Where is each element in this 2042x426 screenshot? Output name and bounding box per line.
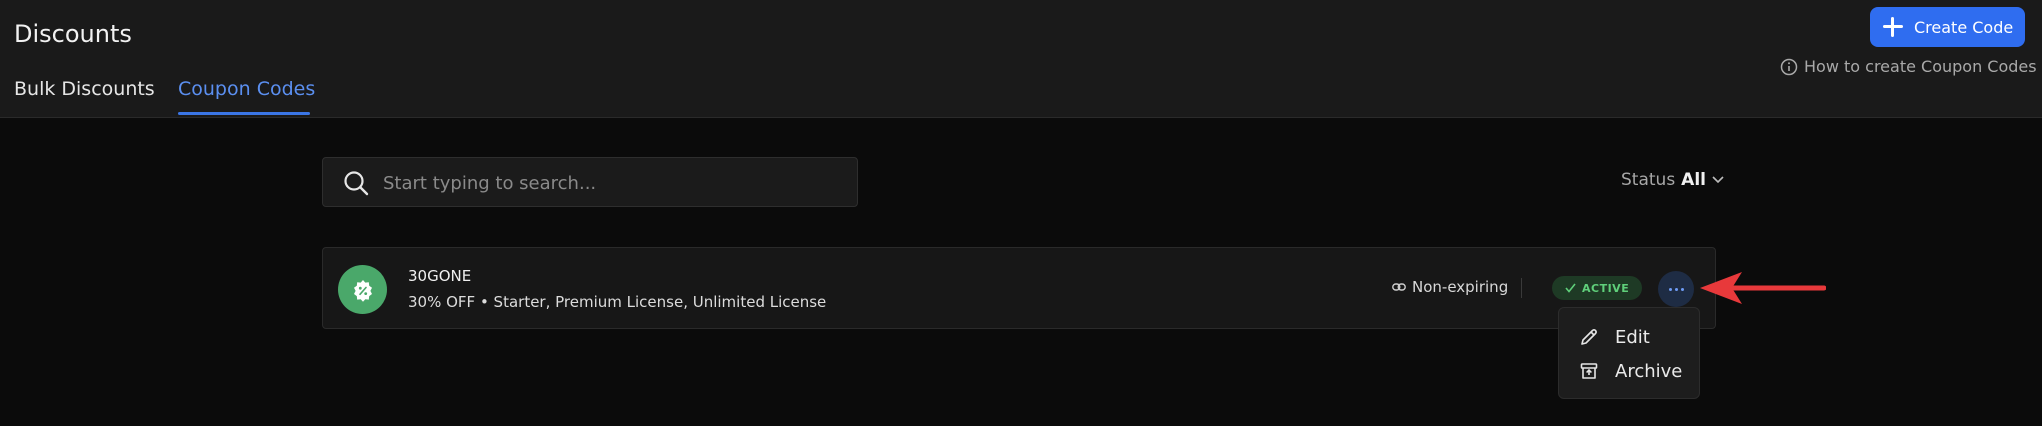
discount-percent-icon bbox=[338, 265, 387, 314]
menu-item-label: Archive bbox=[1615, 360, 1683, 382]
page-title: Discounts bbox=[14, 20, 132, 48]
search-icon bbox=[344, 171, 369, 196]
expiry-info: Non-expiring bbox=[1392, 278, 1508, 296]
menu-item-edit[interactable]: Edit bbox=[1559, 320, 1699, 354]
tab-bulk-discounts[interactable]: Bulk Discounts bbox=[14, 78, 155, 100]
create-code-button[interactable]: Create Code bbox=[1870, 7, 2025, 47]
plus-icon bbox=[1882, 16, 1904, 38]
more-dot bbox=[1674, 287, 1678, 291]
status-filter-value: All bbox=[1681, 170, 1706, 190]
create-code-label: Create Code bbox=[1914, 17, 2014, 37]
annotation-arrow bbox=[1700, 272, 1826, 304]
more-dot bbox=[1668, 287, 1672, 291]
search-box bbox=[322, 157, 858, 207]
menu-item-archive[interactable]: Archive bbox=[1559, 354, 1699, 388]
status-filter[interactable]: Status All bbox=[1621, 170, 1724, 190]
chevron-down-icon bbox=[1712, 176, 1724, 184]
coupon-description: 30% OFF • Starter, Premium License, Unli… bbox=[408, 293, 827, 311]
check-icon bbox=[1565, 283, 1576, 293]
help-link-label: How to create Coupon Codes bbox=[1804, 57, 2037, 76]
info-icon bbox=[1780, 58, 1798, 75]
discounts-page: Discounts Bulk Discounts Coupon Codes Cr… bbox=[0, 0, 2042, 426]
archive-icon bbox=[1580, 363, 1598, 379]
status-badge-label: ACTIVE bbox=[1582, 281, 1630, 295]
menu-item-label: Edit bbox=[1615, 326, 1650, 348]
tab-coupon-codes[interactable]: Coupon Codes bbox=[178, 78, 315, 100]
link-icon bbox=[1392, 283, 1406, 291]
coupon-code: 30GONE bbox=[408, 267, 472, 285]
status-badge: ACTIVE bbox=[1552, 276, 1643, 300]
expiry-label: Non-expiring bbox=[1412, 278, 1509, 296]
actions-menu: Edit Archive bbox=[1558, 307, 1700, 399]
more-dot bbox=[1680, 287, 1684, 291]
header: Discounts Bulk Discounts Coupon Codes Cr… bbox=[0, 0, 2042, 118]
active-tab-indicator bbox=[178, 112, 310, 115]
coupon-row[interactable]: 30GONE 30% OFF • Starter, Premium Licens… bbox=[322, 247, 1716, 329]
search-input[interactable] bbox=[381, 168, 841, 198]
help-link[interactable]: How to create Coupon Codes bbox=[1780, 57, 2037, 76]
divider bbox=[1521, 278, 1522, 298]
status-filter-label: Status bbox=[1621, 170, 1676, 190]
more-actions-button[interactable] bbox=[1658, 271, 1694, 307]
pencil-icon bbox=[1581, 329, 1597, 345]
